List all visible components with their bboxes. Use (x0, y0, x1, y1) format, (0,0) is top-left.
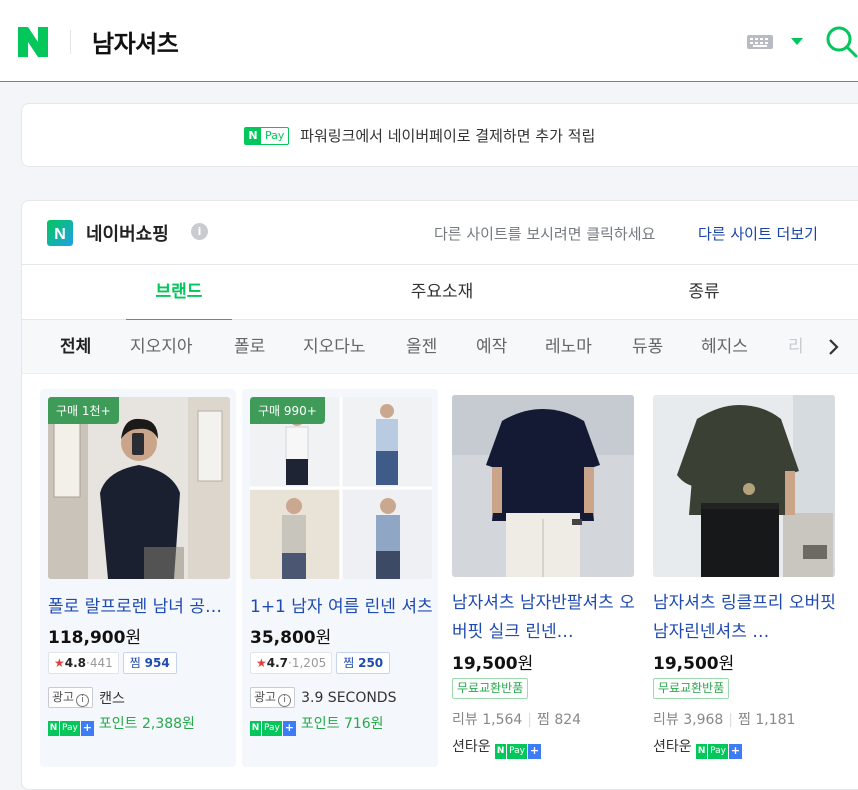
product-card[interactable]: 구매 990+ 1+1 남자 여름 린넨 셔츠 35,800원 ★4.7·1,2… (242, 389, 438, 767)
tab-type[interactable]: 종류 (686, 265, 722, 320)
more-sites-link[interactable]: 다른 사이트 더보기 (698, 223, 818, 244)
info-icon: i (76, 694, 90, 707)
search-icon[interactable] (826, 26, 858, 58)
npay-plus-icon: N Pay + (250, 721, 296, 736)
product-name[interactable]: 남자셔츠 링클프리 오버핏 남자린넨셔츠 … (653, 589, 837, 649)
brand-filter-chips: 전체 지오지아 폴로 지오다노 올젠 예작 레노마 듀퐁 헤지스 리 (22, 320, 858, 374)
point-text: 포인트 716원 (300, 716, 384, 732)
chip-brand[interactable]: 올젠 (406, 320, 437, 374)
free-return-tag: 무료교환반품 (452, 678, 529, 699)
point-row: N Pay + 포인트 716원 (250, 713, 384, 736)
naver-shopping-logo: N (47, 220, 73, 246)
info-icon: i (278, 694, 292, 707)
header-divider (70, 30, 71, 54)
info-icon[interactable]: i (191, 223, 208, 240)
seller-row: 션타운 N Pay + (653, 736, 742, 759)
stats-row: 리뷰 3,968 | 찜 1,181 (653, 712, 796, 728)
ad-row: 광고 i 캔스 (48, 687, 125, 709)
product-price: 19,500원 (653, 654, 735, 674)
point-text: 포인트 2,388원 (98, 716, 195, 732)
ad-row: 광고 i 3.9 SECONDS (250, 687, 396, 709)
product-image[interactable] (452, 395, 634, 577)
seller-name[interactable]: 캔스 (99, 691, 125, 707)
product-image[interactable] (653, 395, 835, 577)
tab-material[interactable]: 주요소재 (406, 265, 478, 320)
seller-row: 션타운 N Pay + (452, 736, 541, 759)
product-card[interactable]: 남자셔츠 남자반팔셔츠 오버핏 실크 린넨… 19,500원 무료교환반품 리뷰… (444, 389, 640, 767)
zzim-count[interactable]: 찜 824 (537, 712, 581, 728)
shopping-title: 네이버쇼핑 (86, 224, 169, 245)
star-icon: ★ (54, 656, 65, 670)
seller-name[interactable]: 3.9 SECONDS (301, 690, 396, 706)
review-count[interactable]: 리뷰 3,968 (653, 712, 723, 728)
chip-brand[interactable]: 레노마 (545, 320, 592, 374)
chip-brand[interactable]: 리 (788, 320, 804, 374)
chip-brand[interactable]: 듀퐁 (632, 320, 663, 374)
search-query[interactable]: 남자셔츠 (92, 24, 179, 59)
stats-row: 리뷰 1,564 | 찜 824 (452, 712, 582, 728)
review-count[interactable]: 리뷰 1,564 (452, 712, 522, 728)
product-card[interactable]: 구매 1천+ 폴로 랄프로렌 남녀 공용 셔츠 118,900원 ★4.8·44… (40, 389, 236, 767)
rating-row: ★4.7·1,205 찜 250 (250, 652, 391, 674)
npay-icon: N Pay (244, 126, 290, 145)
keyboard-icon[interactable] (747, 35, 773, 49)
npay-banner[interactable]: N Pay 파워링크에서 네이버페이로 결제하면 추가 적립 (21, 103, 858, 167)
rating-row: ★4.8·441 찜 954 (48, 652, 177, 674)
tab-brand[interactable]: 브랜드 (126, 265, 232, 321)
purchase-badge: 구매 990+ (250, 397, 325, 424)
product-image[interactable]: 구매 1천+ (48, 397, 230, 579)
shopping-header: N 네이버쇼핑 i 다른 사이트를 보시려면 클릭하세요 다른 사이트 더보기 (22, 201, 858, 264)
chevron-down-icon[interactable] (791, 38, 803, 45)
ad-badge[interactable]: 광고 i (48, 687, 94, 708)
free-return-tag: 무료교환반품 (653, 678, 730, 699)
chip-brand[interactable]: 예작 (476, 320, 507, 374)
product-price: 118,900원 (48, 628, 142, 648)
svg-text:N: N (54, 226, 66, 243)
npay-banner-text: 파워링크에서 네이버페이로 결제하면 추가 적립 (300, 127, 596, 145)
chip-brand[interactable]: 지오지아 (130, 320, 193, 374)
chip-all[interactable]: 전체 (60, 320, 91, 374)
product-image[interactable]: 구매 990+ (250, 397, 432, 579)
chip-brand[interactable]: 헤지스 (701, 320, 748, 374)
seller-name[interactable]: 션타운 (452, 739, 491, 755)
rating-box[interactable]: ★4.8·441 (48, 652, 119, 674)
npay-plus-icon: N Pay + (48, 721, 94, 736)
rating-box[interactable]: ★4.7·1,205 (250, 652, 333, 674)
chip-brand[interactable]: 지오다노 (303, 320, 366, 374)
product-price: 35,800원 (250, 628, 332, 648)
shopping-hint: 다른 사이트를 보시려면 클릭하세요 (434, 225, 656, 243)
seller-name[interactable]: 션타운 (653, 739, 692, 755)
npay-plus-icon: N Pay + (696, 744, 742, 759)
category-tabs: 브랜드 주요소재 종류 (22, 264, 858, 321)
search-header: 남자셔츠 (0, 0, 858, 82)
chip-brand[interactable]: 폴로 (234, 320, 265, 374)
zzim-button[interactable]: 찜 954 (122, 652, 177, 674)
product-name[interactable]: 남자셔츠 남자반팔셔츠 오버핏 실크 린넨… (452, 589, 636, 649)
chevron-right-icon[interactable] (814, 334, 854, 360)
npay-plus-icon: N Pay + (495, 744, 541, 759)
naver-logo[interactable] (18, 27, 48, 57)
product-card[interactable]: 남자셔츠 링클프리 오버핏 남자린넨셔츠 … 19,500원 무료교환반품 리뷰… (645, 389, 841, 767)
point-row: N Pay + 포인트 2,388원 (48, 713, 195, 736)
product-name[interactable]: 폴로 랄프로렌 남녀 공용 셔츠 (48, 593, 232, 623)
naver-shopping-section: N 네이버쇼핑 i 다른 사이트를 보시려면 클릭하세요 다른 사이트 더보기 … (21, 200, 858, 790)
purchase-badge: 구매 1천+ (48, 397, 119, 424)
product-name[interactable]: 1+1 남자 여름 린넨 셔츠 (250, 593, 434, 623)
ad-badge[interactable]: 광고 i (250, 687, 296, 708)
star-icon: ★ (256, 656, 267, 670)
zzim-count[interactable]: 찜 1,181 (738, 712, 795, 728)
zzim-button[interactable]: 찜 250 (336, 652, 391, 674)
product-price: 19,500원 (452, 654, 534, 674)
